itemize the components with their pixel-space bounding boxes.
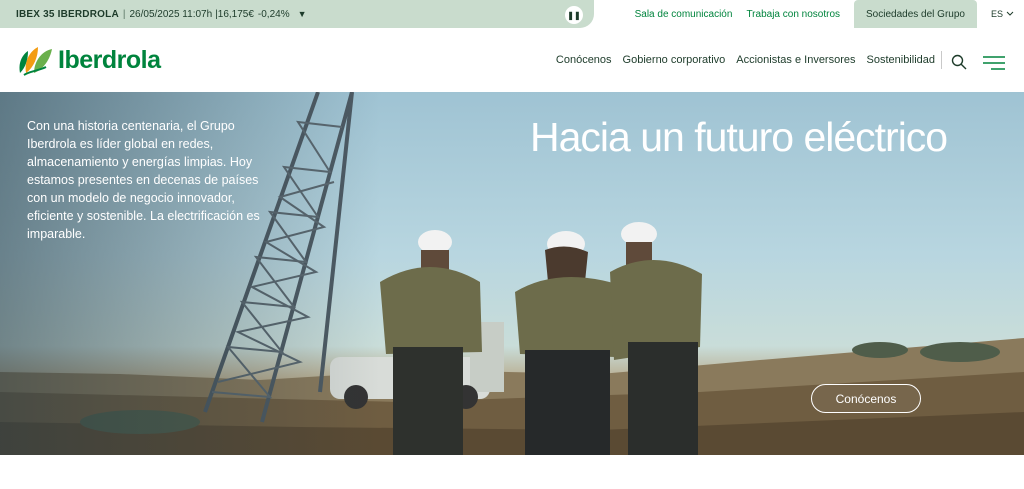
- ticker-separator: |: [122, 8, 126, 20]
- careers-link[interactable]: Trabaja con nosotros: [746, 9, 840, 20]
- pause-icon: ❚❚: [567, 10, 581, 20]
- top-links: Sala de comunicación Trabaja con nosotro…: [635, 0, 1024, 28]
- pause-button[interactable]: ❚❚: [565, 6, 583, 24]
- ticker-name: IBEX 35 IBERDROLA: [16, 8, 119, 20]
- nav-divider: [941, 51, 942, 69]
- stock-ticker: IBEX 35 IBERDROLA | 26/05/2025 11:07h |1…: [0, 0, 594, 28]
- iberdrola-logo[interactable]: Iberdrola: [16, 43, 161, 77]
- group-companies-link[interactable]: Sociedades del Grupo: [854, 0, 977, 28]
- down-arrow-icon: ▼: [297, 9, 307, 19]
- leaf-logo-icon: [19, 47, 52, 76]
- hero-title: Hacia un futuro eléctrico: [530, 114, 948, 160]
- press-room-link[interactable]: Sala de comunicación: [635, 9, 733, 20]
- nav-investors[interactable]: Accionistas e Inversores: [736, 54, 855, 66]
- nav-about[interactable]: Conócenos: [556, 54, 612, 66]
- ticker-change: -0,24%: [257, 8, 290, 20]
- logo-text: Iberdrola: [58, 45, 161, 74]
- hero-intro-text: Con una historia centenaria, el Grupo Ib…: [27, 119, 260, 241]
- nav-governance[interactable]: Gobierno corporativo: [623, 54, 726, 66]
- hero-cta-button[interactable]: Conócenos: [811, 384, 921, 413]
- chevron-down-icon: [1006, 11, 1014, 16]
- ticker-price: |16,175€: [215, 8, 254, 20]
- top-bar: IBEX 35 IBERDROLA | 26/05/2025 11:07h |1…: [0, 0, 1024, 28]
- search-icon[interactable]: [951, 54, 967, 70]
- menu-icon[interactable]: [983, 56, 1005, 70]
- hero-banner: Con una historia centenaria, el Grupo Ib…: [0, 92, 1024, 455]
- main-header: Iberdrola Conócenos Gobierno corporativo…: [0, 28, 1024, 92]
- ticker-date: 26/05/2025 11:07h: [129, 8, 213, 20]
- language-selector[interactable]: ES: [991, 9, 1014, 19]
- language-label: ES: [990, 9, 1003, 19]
- nav-sustainability[interactable]: Sostenibilidad: [867, 54, 936, 66]
- main-nav: Conócenos Gobierno corporativo Accionist…: [545, 28, 942, 92]
